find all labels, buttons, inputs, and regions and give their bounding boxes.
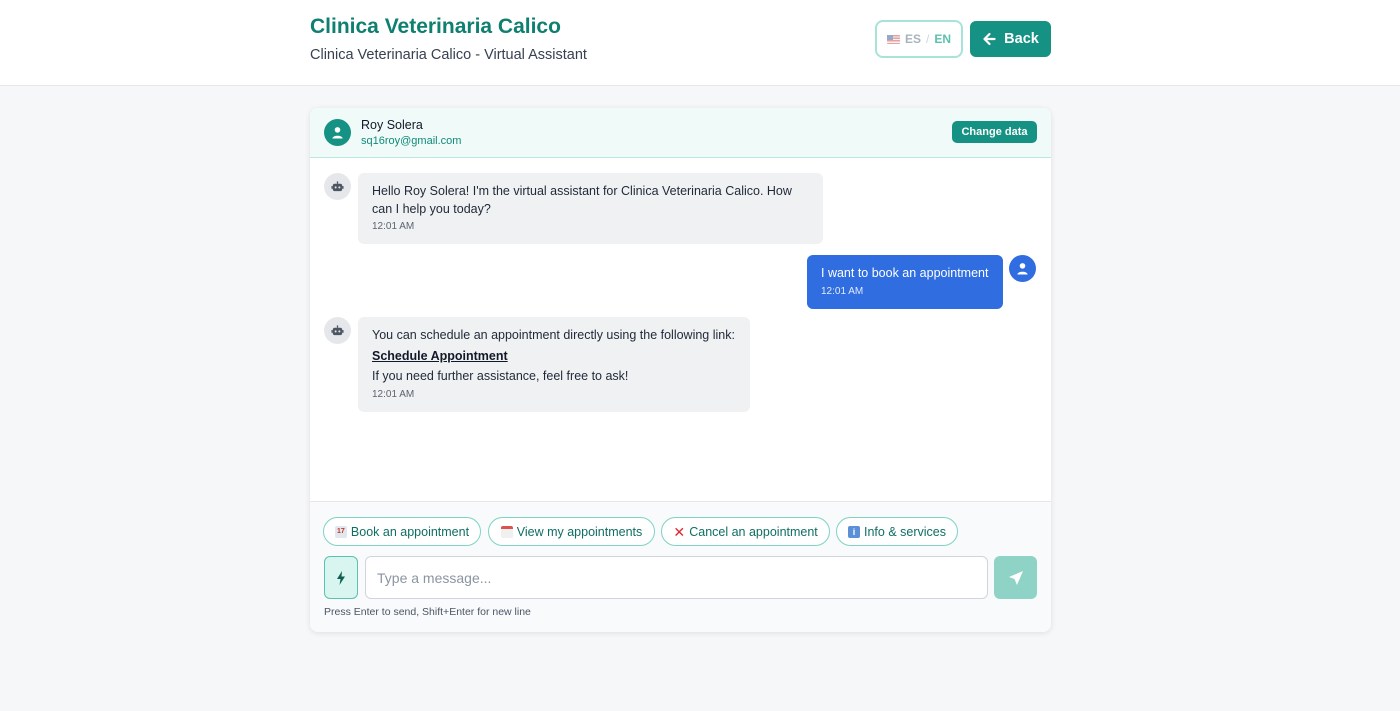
lang-separator: /	[926, 32, 930, 46]
page-title: Clinica Veterinaria Calico	[310, 15, 561, 38]
language-toggle[interactable]: ES / EN	[875, 20, 963, 58]
message-time: 12:01 AM	[372, 221, 415, 232]
arrow-left-icon	[983, 32, 996, 46]
robot-icon	[331, 325, 344, 336]
user-avatar	[324, 119, 351, 146]
tear-off-calendar-icon	[500, 525, 513, 538]
quick-replies-button[interactable]	[324, 556, 358, 599]
message-bubble-bot: Hello Roy Solera! I'm the virtual assist…	[358, 173, 823, 244]
back-button[interactable]: Back	[970, 21, 1051, 57]
us-flag-icon	[886, 34, 900, 44]
paper-plane-icon	[1008, 570, 1023, 585]
composer-hint: Press Enter to send, Shift+Enter for new…	[324, 606, 531, 618]
message-text: I want to book an appointment	[821, 266, 989, 280]
bot-avatar	[324, 173, 351, 200]
composer-area: 17 Book an appointment View my appointme…	[310, 501, 1051, 632]
chat-header: Roy Solera sq16roy@gmail.com Change data	[310, 108, 1051, 158]
robot-icon	[331, 181, 344, 192]
top-bar: Clinica Veterinaria Calico Clinica Veter…	[0, 0, 1400, 86]
back-button-label: Back	[1004, 31, 1039, 47]
message-bubble-user: I want to book an appointment 12:01 AM	[807, 255, 1003, 309]
user-icon	[1017, 263, 1028, 275]
user-name: Roy Solera	[361, 118, 423, 132]
quick-action-label: View my appointments	[516, 524, 643, 539]
lang-en-option[interactable]: EN	[934, 32, 951, 46]
lang-es-option[interactable]: ES	[905, 32, 921, 46]
brand: Clinica Veterinaria Calico Clinica Veter…	[310, 14, 587, 64]
quick-action-label: Cancel an appointment	[689, 524, 818, 539]
message-time: 12:01 AM	[372, 388, 415, 400]
user-icon	[332, 127, 343, 139]
chat-panel: Roy Solera sq16roy@gmail.com Change data…	[310, 108, 1051, 632]
message-time: 12:01 AM	[821, 285, 864, 297]
calendar-icon: 17	[334, 525, 347, 538]
user-avatar	[1009, 255, 1036, 282]
quick-action-label: Info & services	[864, 524, 946, 539]
page-subtitle: Clinica Veterinaria Calico - Virtual Ass…	[310, 47, 587, 63]
red-x-icon: ✕	[673, 523, 686, 540]
send-button[interactable]	[994, 556, 1037, 599]
message-input[interactable]	[365, 556, 988, 599]
bot-avatar	[324, 317, 351, 344]
quick-action-view[interactable]: View my appointments	[488, 517, 655, 546]
change-data-button[interactable]: Change data	[952, 121, 1037, 143]
quick-action-book[interactable]: 17 Book an appointment	[323, 517, 481, 546]
quick-action-info[interactable]: i Info & services	[836, 517, 958, 546]
user-email: sq16roy@gmail.com	[361, 135, 462, 147]
info-icon: i	[848, 525, 860, 538]
quick-action-cancel[interactable]: ✕ Cancel an appointment	[661, 517, 830, 546]
message-text: You can schedule an appointment directly…	[372, 328, 735, 342]
quick-action-label: Book an appointment	[350, 524, 470, 539]
lightning-bolt-icon	[337, 570, 345, 585]
message-text: If you need further assistance, feel fre…	[372, 369, 629, 383]
schedule-appointment-link[interactable]: Schedule Appointment	[372, 348, 736, 366]
message-text: Hello Roy Solera! I'm the virtual assist…	[372, 184, 792, 216]
message-bubble-bot: You can schedule an appointment directly…	[358, 317, 750, 412]
